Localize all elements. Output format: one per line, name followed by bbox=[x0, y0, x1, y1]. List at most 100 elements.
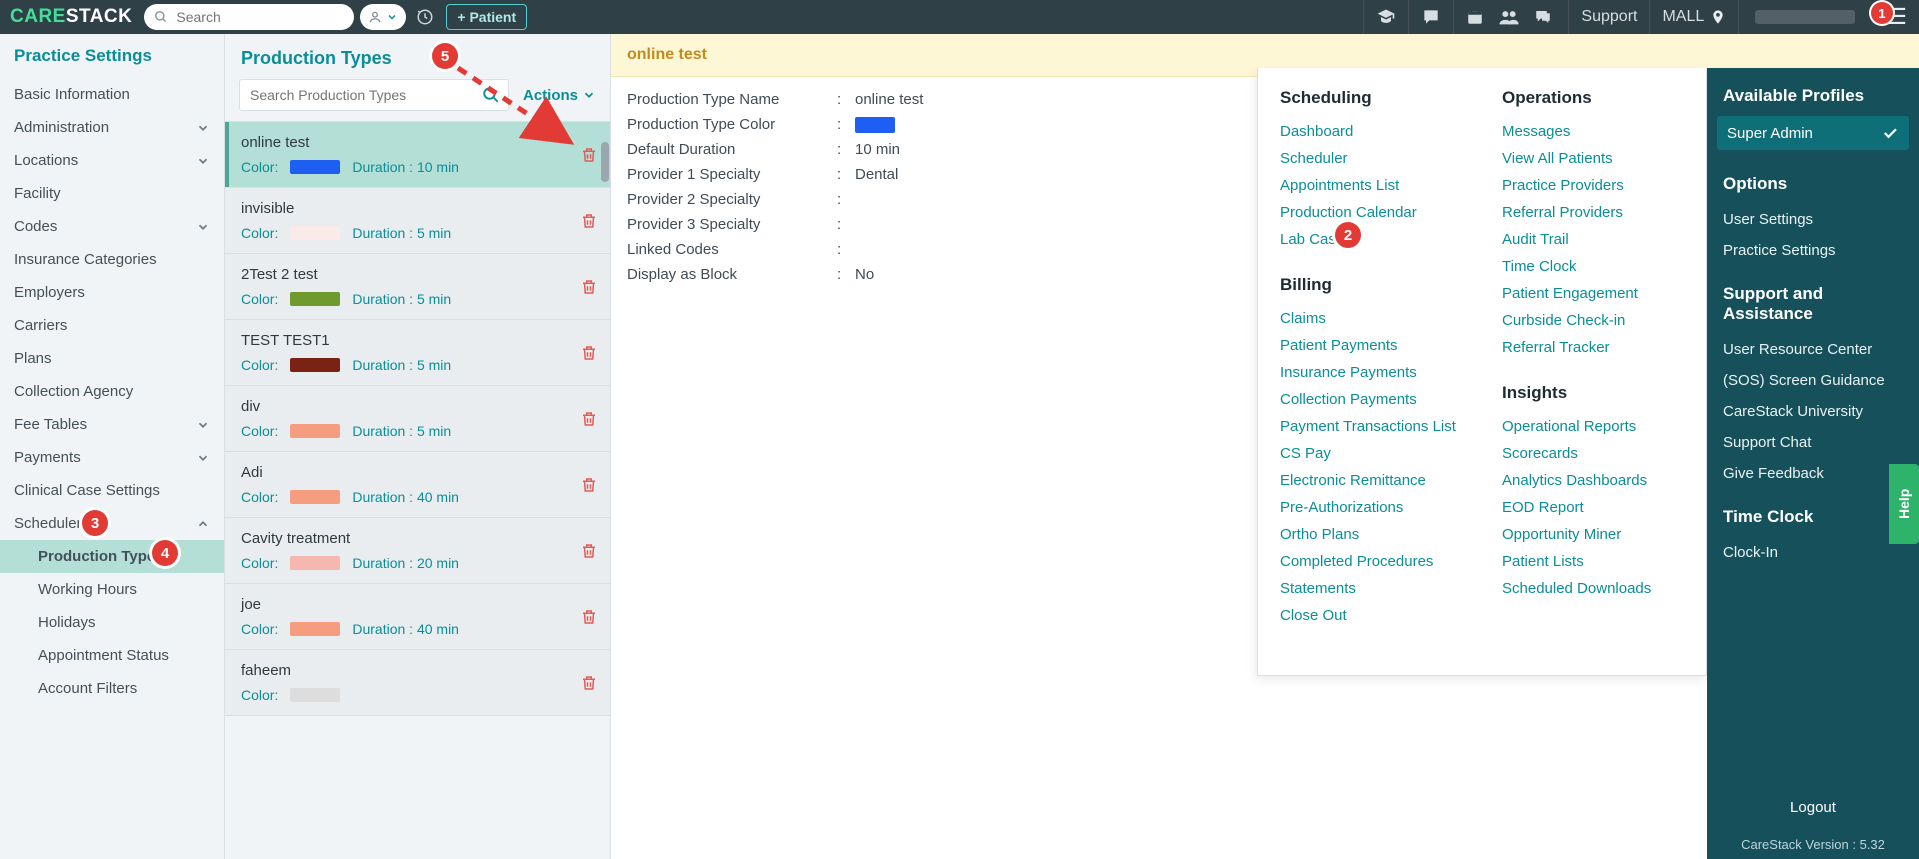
mega-link[interactable]: Messages bbox=[1502, 118, 1684, 145]
graduation-icon[interactable] bbox=[1363, 0, 1408, 34]
right-panel-support[interactable]: Support Chat bbox=[1707, 427, 1919, 458]
sidebar-item[interactable]: Collection Agency bbox=[0, 375, 224, 408]
mega-link[interactable]: Opportunity Miner bbox=[1502, 521, 1684, 548]
sidebar-item[interactable]: Employers bbox=[0, 276, 224, 309]
mega-link[interactable]: Scheduler bbox=[1280, 145, 1462, 172]
sidebar-item[interactable]: Administration bbox=[0, 111, 224, 144]
mega-link[interactable]: Pre-Authorizations bbox=[1280, 494, 1462, 521]
right-panel-option[interactable]: User Settings bbox=[1707, 204, 1919, 235]
calendar-people-chat-icon-group[interactable] bbox=[1453, 0, 1568, 34]
delete-icon[interactable] bbox=[580, 476, 598, 494]
mega-link[interactable]: Scheduled Downloads bbox=[1502, 575, 1684, 602]
right-panel-support[interactable]: (SOS) Screen Guidance bbox=[1707, 365, 1919, 396]
sidebar-item[interactable]: Carriers bbox=[0, 309, 224, 342]
mega-link[interactable]: Insurance Payments bbox=[1280, 359, 1462, 386]
mega-link[interactable]: Lab Cases bbox=[1280, 226, 1462, 253]
global-search[interactable] bbox=[144, 4, 354, 30]
mega-link[interactable]: Time Clock bbox=[1502, 253, 1684, 280]
mega-link[interactable]: Ortho Plans bbox=[1280, 521, 1462, 548]
delete-icon[interactable] bbox=[580, 278, 598, 296]
delete-icon[interactable] bbox=[580, 146, 598, 164]
sidebar-subitem[interactable]: Appointment Status bbox=[0, 639, 224, 672]
mega-link[interactable]: Statements bbox=[1280, 575, 1462, 602]
delete-icon[interactable] bbox=[580, 542, 598, 560]
mega-link[interactable]: Dashboard bbox=[1280, 118, 1462, 145]
chat-bubble-icon[interactable] bbox=[1408, 0, 1453, 34]
production-type-row[interactable]: faheemColor: bbox=[225, 650, 610, 716]
right-panel-support[interactable]: CareStack University bbox=[1707, 396, 1919, 427]
sidebar-item[interactable]: Plans bbox=[0, 342, 224, 375]
sidebar-subitem[interactable]: Production Types bbox=[0, 540, 224, 573]
calendar-icon[interactable] bbox=[1466, 8, 1484, 26]
sidebar-item[interactable]: Clinical Case Settings bbox=[0, 474, 224, 507]
mega-link[interactable]: Analytics Dashboards bbox=[1502, 467, 1684, 494]
right-panel-support[interactable]: Give Feedback bbox=[1707, 458, 1919, 489]
support-link[interactable]: Support bbox=[1568, 0, 1649, 34]
right-panel-timeclock[interactable]: Clock-In bbox=[1707, 537, 1919, 568]
delete-icon[interactable] bbox=[580, 608, 598, 626]
production-type-row[interactable]: online testColor:Duration : 10 min bbox=[225, 122, 610, 188]
profile-selected[interactable]: Super Admin bbox=[1717, 116, 1909, 150]
recent-icon[interactable] bbox=[416, 8, 434, 26]
mega-link[interactable]: Referral Tracker bbox=[1502, 334, 1684, 361]
production-type-row[interactable]: joeColor:Duration : 40 min bbox=[225, 584, 610, 650]
sidebar-item[interactable]: Insurance Categories bbox=[0, 243, 224, 276]
mega-link[interactable]: Payment Transactions List bbox=[1280, 413, 1462, 440]
production-type-row[interactable]: divColor:Duration : 5 min bbox=[225, 386, 610, 452]
list-search-input[interactable] bbox=[248, 86, 482, 104]
sidebar-item[interactable]: Locations bbox=[0, 144, 224, 177]
sidebar-subitem[interactable]: Working Hours bbox=[0, 573, 224, 606]
sidebar-item[interactable]: Codes bbox=[0, 210, 224, 243]
sidebar-item[interactable]: Fee Tables bbox=[0, 408, 224, 441]
add-patient-button[interactable]: + Patient bbox=[446, 4, 527, 30]
mega-link[interactable]: Close Out bbox=[1280, 602, 1462, 629]
production-type-row[interactable]: AdiColor:Duration : 40 min bbox=[225, 452, 610, 518]
current-user[interactable] bbox=[1738, 0, 1875, 34]
right-panel-option[interactable]: Practice Settings bbox=[1707, 235, 1919, 266]
delete-icon[interactable] bbox=[580, 212, 598, 230]
sidebar-subitem[interactable]: Holidays bbox=[0, 606, 224, 639]
logout-button[interactable]: Logout bbox=[1707, 785, 1919, 830]
production-type-row[interactable]: TEST TEST1Color:Duration : 5 min bbox=[225, 320, 610, 386]
actions-dropdown[interactable]: Actions bbox=[523, 87, 596, 104]
delete-icon[interactable] bbox=[580, 410, 598, 428]
mega-link[interactable]: Electronic Remittance bbox=[1280, 467, 1462, 494]
scrollbar-thumb[interactable] bbox=[601, 142, 609, 182]
delete-icon[interactable] bbox=[580, 344, 598, 362]
delete-icon[interactable] bbox=[580, 674, 598, 692]
mega-link[interactable]: Referral Providers bbox=[1502, 199, 1684, 226]
mega-link[interactable]: EOD Report bbox=[1502, 494, 1684, 521]
mega-link[interactable]: Completed Procedures bbox=[1280, 548, 1462, 575]
mega-link[interactable]: Audit Trail bbox=[1502, 226, 1684, 253]
mega-link[interactable]: Curbside Check-in bbox=[1502, 307, 1684, 334]
sidebar-subitem[interactable]: Account Filters bbox=[0, 672, 224, 705]
mega-link[interactable]: View All Patients bbox=[1502, 145, 1684, 172]
mega-link[interactable]: Practice Providers bbox=[1502, 172, 1684, 199]
production-type-row[interactable]: Cavity treatmentColor:Duration : 20 min bbox=[225, 518, 610, 584]
mega-link[interactable]: Production Calendar bbox=[1280, 199, 1462, 226]
mega-link[interactable]: Patient Lists bbox=[1502, 548, 1684, 575]
sidebar-item[interactable]: Payments bbox=[0, 441, 224, 474]
people-icon[interactable] bbox=[1498, 8, 1520, 26]
list-scroll[interactable]: online testColor:Duration : 10 mininvisi… bbox=[225, 121, 610, 859]
sidebar-item[interactable]: Facility bbox=[0, 177, 224, 210]
help-tab[interactable]: Help bbox=[1889, 464, 1919, 544]
mega-link[interactable]: Patient Payments bbox=[1280, 332, 1462, 359]
chat-icon[interactable] bbox=[1534, 8, 1552, 26]
mega-link[interactable]: Collection Payments bbox=[1280, 386, 1462, 413]
location-selector[interactable]: MALL bbox=[1649, 0, 1738, 34]
mega-link[interactable]: Claims bbox=[1280, 305, 1462, 332]
mega-link[interactable]: Scorecards bbox=[1502, 440, 1684, 467]
production-type-row[interactable]: 2Test 2 testColor:Duration : 5 min bbox=[225, 254, 610, 320]
global-search-input[interactable] bbox=[174, 8, 359, 26]
user-type-dropdown[interactable] bbox=[360, 4, 406, 30]
sidebar-item[interactable]: Basic Information bbox=[0, 78, 224, 111]
production-type-row[interactable]: invisibleColor:Duration : 5 min bbox=[225, 188, 610, 254]
mega-link[interactable]: Patient Engagement bbox=[1502, 280, 1684, 307]
sidebar-item[interactable]: Scheduler bbox=[0, 507, 224, 540]
mega-link[interactable]: Appointments List bbox=[1280, 172, 1462, 199]
mega-link[interactable]: Operational Reports bbox=[1502, 413, 1684, 440]
list-search[interactable] bbox=[239, 79, 509, 111]
mega-link[interactable]: CS Pay bbox=[1280, 440, 1462, 467]
right-panel-support[interactable]: User Resource Center bbox=[1707, 334, 1919, 365]
